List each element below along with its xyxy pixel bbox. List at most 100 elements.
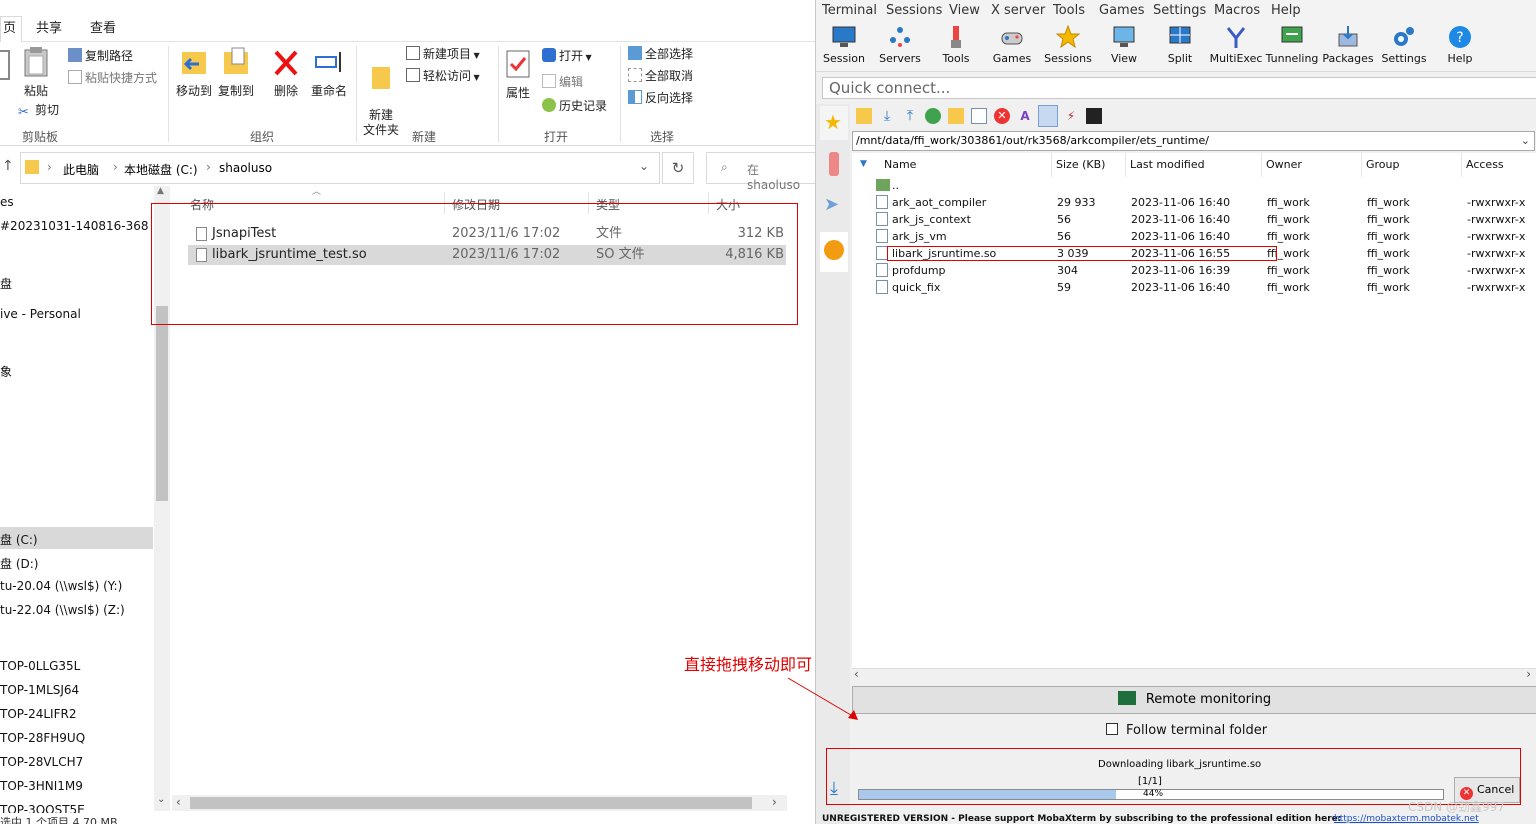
nav-item[interactable]: es xyxy=(0,195,14,209)
nav-item[interactable]: #20231031-140816-368 xyxy=(0,219,149,233)
horizontal-scrollbar[interactable]: ‹ › xyxy=(172,795,787,811)
up-arrow-icon[interactable]: ↑ xyxy=(2,158,14,174)
nav-item-network[interactable]: TOP-3HNI1M9 xyxy=(0,779,83,793)
quick-connect-input[interactable]: Quick connect... xyxy=(822,77,1536,99)
sftp-file-row[interactable]: profdump 304 2023-11-06 16:39 ffi_work ffi_w… xyxy=(852,262,1536,279)
nav-item[interactable]: ive - Personal xyxy=(0,307,81,321)
nav-item-network[interactable]: TOP-28FH9UQ xyxy=(0,731,85,745)
column-group[interactable]: Group xyxy=(1366,153,1462,177)
view-button[interactable]: View xyxy=(1096,22,1152,65)
tab-share[interactable]: 共享 xyxy=(36,17,62,36)
new-file-icon[interactable] xyxy=(971,108,987,124)
magic-wand-icon[interactable]: ⚡ xyxy=(1063,108,1079,124)
new-item-button[interactable]: 新建项目 ▼ xyxy=(406,44,480,64)
nav-item-drive-c[interactable]: 盘 (C:) xyxy=(0,531,38,548)
select-none-button[interactable]: 全部取消 xyxy=(628,66,693,86)
properties-button[interactable]: 属性 xyxy=(502,48,534,101)
chevron-down-icon[interactable]: ⌄ xyxy=(639,159,649,173)
remote-monitoring-button[interactable]: Remote monitoring xyxy=(852,686,1536,714)
follow-terminal-folder-checkbox[interactable]: Follow terminal folder xyxy=(1106,723,1267,738)
sessions-side-tab[interactable]: ★ xyxy=(820,106,848,140)
copy-path-button[interactable]: 复制路径 xyxy=(68,46,133,66)
breadcrumb-shaoluso[interactable]: shaoluso xyxy=(219,161,272,175)
nav-item-network[interactable]: TOP-1MLSJ64 xyxy=(0,683,79,697)
parent-folder-icon[interactable] xyxy=(856,108,872,124)
nav-item-wsl-z[interactable]: tu-22.04 (\\wsl$) (Z:) xyxy=(0,603,125,617)
help-button[interactable]: ? Help xyxy=(1432,22,1488,65)
sftp-horizontal-scrollbar[interactable]: ‹ › xyxy=(852,667,1536,682)
address-bar[interactable]: › 此电脑 › 本地磁盘 (C:) › shaoluso ⌄ xyxy=(20,152,660,184)
column-owner[interactable]: Owner xyxy=(1266,153,1362,177)
scroll-right-icon[interactable]: › xyxy=(1526,667,1531,681)
menu-terminal[interactable]: Terminal xyxy=(822,3,877,18)
delete-button[interactable]: 删除 xyxy=(270,46,302,99)
packages-button[interactable]: Packages xyxy=(1320,22,1376,65)
sftp-file-row[interactable]: quick_fix 59 2023-11-06 16:40 ffi_work ffi_w… xyxy=(852,279,1536,296)
macros-side-tab[interactable]: ➤ xyxy=(820,190,848,224)
multiexec-button[interactable]: MultiExec xyxy=(1208,22,1264,65)
settings-button[interactable]: Settings xyxy=(1376,22,1432,65)
column-modified[interactable]: Last modified xyxy=(1130,153,1262,177)
scroll-up-icon[interactable]: ▲ xyxy=(157,186,164,196)
sftp-file-row[interactable]: ark_js_vm 56 2023-11-06 16:40 ffi_work ffi_w… xyxy=(852,228,1536,245)
delete-icon[interactable]: ✕ xyxy=(994,108,1010,124)
copy-to-button[interactable]: 复制到 xyxy=(216,46,256,99)
upload-icon[interactable]: ⤒ xyxy=(902,108,918,124)
menu-help[interactable]: Help xyxy=(1271,3,1301,18)
games-button[interactable]: Games xyxy=(984,22,1040,65)
paste-shortcut-button[interactable]: 粘贴快捷方式 xyxy=(68,68,157,88)
new-folder-button[interactable]: 新建 文件夹 xyxy=(360,46,402,138)
open-button[interactable]: 打开 ▼ xyxy=(542,46,592,66)
download-icon[interactable]: ⤓ xyxy=(879,108,895,124)
tunneling-button[interactable]: Tunneling xyxy=(1264,22,1320,65)
column-size[interactable]: Size (KB) xyxy=(1056,153,1126,177)
nav-scroll-thumb[interactable] xyxy=(156,306,168,501)
edit-button[interactable]: 编辑 xyxy=(542,72,583,92)
select-all-button[interactable]: 全部选择 xyxy=(628,44,693,64)
menu-view[interactable]: View xyxy=(949,3,980,18)
menu-games[interactable]: Games xyxy=(1099,3,1144,18)
easy-access-button[interactable]: 轻松访问 ▼ xyxy=(406,66,480,86)
breadcrumb-local-disk[interactable]: 本地磁盘 (C:) xyxy=(124,161,198,178)
terminal-icon[interactable] xyxy=(1086,108,1102,124)
menu-tools[interactable]: Tools xyxy=(1053,3,1085,18)
chevron-down-icon[interactable]: ⌄ xyxy=(1521,132,1530,150)
history-button[interactable]: 历史记录 xyxy=(542,96,607,116)
rename-icon[interactable]: A xyxy=(1017,108,1033,124)
invert-selection-button[interactable]: 反向选择 xyxy=(628,88,693,108)
paste-button[interactable]: 粘贴 xyxy=(18,46,54,99)
tools-button[interactable]: Tools xyxy=(928,22,984,65)
refresh-button[interactable]: ↻ xyxy=(662,152,694,184)
new-folder-icon[interactable] xyxy=(948,108,964,124)
sftp-file-row[interactable]: ark_aot_compiler 29 933 2023-11-06 16:40 ff… xyxy=(852,194,1536,211)
nav-item-network[interactable]: TOP-28VLCH7 xyxy=(0,755,83,769)
parent-dir-row[interactable]: .. xyxy=(852,177,1536,194)
move-to-button[interactable]: 移动到 xyxy=(174,46,214,99)
split-button[interactable]: Split xyxy=(1152,22,1208,65)
refresh-icon[interactable] xyxy=(925,108,941,124)
tab-view[interactable]: 查看 xyxy=(90,17,116,36)
nav-item[interactable]: 盘 xyxy=(0,275,12,292)
sftp-file-row[interactable]: ark_js_context 56 2023-11-06 16:40 ffi_work… xyxy=(852,211,1536,228)
tools-side-tab[interactable] xyxy=(820,148,848,182)
column-name[interactable]: Name xyxy=(884,153,1052,177)
menu-macros[interactable]: Macros xyxy=(1214,3,1260,18)
cut-button[interactable]: ✂ 剪切 xyxy=(18,100,59,120)
tab-home[interactable]: 页 xyxy=(0,16,22,42)
nav-item[interactable]: 象 xyxy=(0,363,12,380)
rename-button[interactable]: 重命名 xyxy=(308,46,350,99)
servers-button[interactable]: Servers xyxy=(872,22,928,65)
scroll-right-icon[interactable]: › xyxy=(772,795,777,809)
pin-icon[interactable] xyxy=(0,50,10,80)
menu-x-server[interactable]: X server xyxy=(991,3,1045,18)
nav-item-network[interactable]: TOP-0LLG35L xyxy=(0,659,80,673)
search-box[interactable]: ⌕ 在 shaoluso xyxy=(706,152,815,192)
scroll-left-icon[interactable]: ‹ xyxy=(176,795,181,809)
sessions-button[interactable]: Sessions xyxy=(1040,22,1096,65)
remote-path-input[interactable]: /mnt/data/ffi_work/303861/out/rk3568/ark… xyxy=(852,131,1535,151)
nav-item-network[interactable]: TOP-24LIFR2 xyxy=(0,707,76,721)
sftp-side-tab[interactable] xyxy=(820,232,848,272)
mobaxterm-link[interactable]: https://mobaxterm.mobatek.net xyxy=(1334,814,1479,824)
horizontal-scroll-thumb[interactable] xyxy=(190,797,752,809)
scroll-down-icon[interactable]: ⌄ xyxy=(157,794,165,805)
